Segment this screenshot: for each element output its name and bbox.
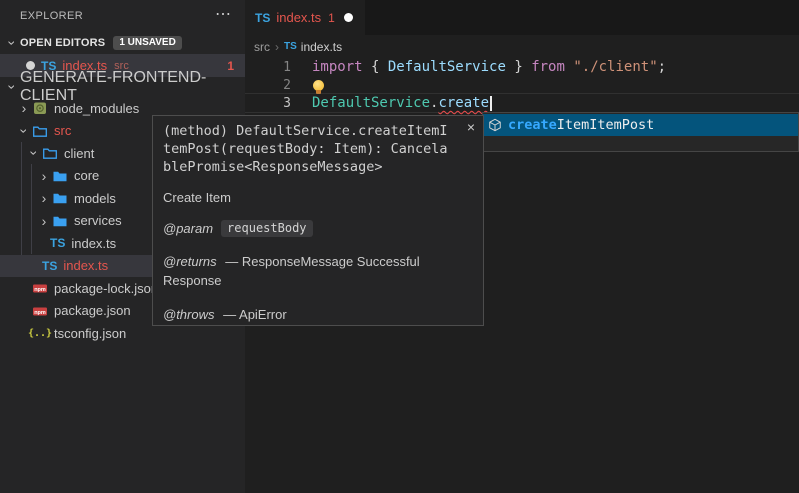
unsaved-badge: 1 UNSAVED [113,36,182,50]
returns-tag: @returns [163,254,217,269]
token-import: import [312,59,363,75]
hover-tooltip: × (method) DefaultService.createItemI te… [152,115,484,326]
close-icon[interactable]: × [467,119,475,135]
explorer-header: EXPLORER ⋯ [0,0,245,32]
open-editors-label: OPEN EDITORS [20,37,105,49]
token-module-string: "./client" [565,59,658,75]
token-default-service: DefaultService [388,59,506,75]
suggestion-rest-text: ItemItemPost [557,117,655,133]
chevron-right-icon[interactable]: › [36,169,52,183]
typescript-file-icon: TS [42,259,57,273]
npm-file-icon: npm [32,303,48,319]
token-create-error: create [438,95,489,111]
param-name-chip: requestBody [221,220,312,237]
vscode-window: EXPLORER ⋯ › OPEN EDITORS 1 UNSAVED TS i… [0,0,799,493]
svg-text:npm: npm [34,287,46,293]
breadcrumb-file[interactable]: index.ts [301,40,342,54]
chevron-down-icon[interactable]: › [16,124,32,138]
param-tag: @param [163,221,213,236]
method-signature-line: temPost(requestBody: Item): Cancela [163,140,473,158]
token-default-service: DefaultService [312,95,430,111]
json-braces-icon: {..} [32,325,48,341]
line-number[interactable]: 3 [245,96,291,111]
token-semicolon: ; [658,59,666,75]
tab-bar: TS index.ts 1 [245,0,799,35]
throws-doc-row: @throws — ApiError [163,305,473,324]
chevron-right-icon[interactable]: › [36,191,52,205]
chevron-down-icon[interactable]: › [4,36,20,50]
more-actions-icon[interactable]: ⋯ [215,4,231,24]
code-line-2: 2 [245,76,799,94]
open-editors-section-header[interactable]: › OPEN EDITORS 1 UNSAVED [0,32,245,54]
param-doc-row: @param requestBody [163,220,473,237]
folder-icon [52,213,68,229]
token-dot: . [430,95,438,111]
folder-open-icon [42,145,58,161]
line-number[interactable]: 1 [245,60,291,75]
folder-open-icon [32,123,48,139]
breadcrumb-folder[interactable]: src [254,40,270,54]
suggestion-create-item-item-post[interactable]: createItemItemPost [483,114,798,136]
npm-file-icon: npm [32,280,48,296]
method-description: Create Item [163,190,473,205]
node-modules-folder-icon [32,100,48,116]
folder-icon [52,168,68,184]
code-area[interactable]: 1 import { DefaultService } from "./clie… [245,58,799,112]
explorer-title: EXPLORER [20,10,83,22]
line-number[interactable]: 2 [245,78,291,93]
method-signature-line: (method) DefaultService.createItemI [163,122,473,140]
quick-fix-lightbulb-icon[interactable] [313,80,324,91]
returns-doc-row: @returns — ResponseMessage Successful Re… [163,252,473,290]
text-cursor [490,96,492,111]
breadcrumb: src › TS index.ts [245,35,799,58]
code-line-3: 3 DefaultService.create [245,94,799,112]
token-open-brace: { [363,59,388,75]
throws-tag: @throws [163,307,215,322]
tab-modified-dot-icon[interactable] [344,13,353,22]
chevron-right-icon[interactable]: › [16,101,32,115]
chevron-right-icon[interactable]: › [36,214,52,228]
folder-icon [52,190,68,206]
code-line-1: 1 import { DefaultService } from "./clie… [245,58,799,76]
method-signature-line: blePromise<ResponseMessage> [163,158,473,176]
svg-text:npm: npm [34,310,46,316]
tab-filename: index.ts [276,10,321,25]
typescript-file-icon: TS [50,236,65,250]
token-from: from [531,59,565,75]
typescript-file-icon: TS [255,11,270,25]
token-close-brace: } [506,59,531,75]
project-section-header[interactable]: › GENERATE-FRONTEND-CLIENT [0,77,245,97]
breadcrumb-separator-icon: › [275,40,279,54]
tab-error-count: 1 [328,11,335,25]
suggestion-matched-text: create [508,117,557,133]
tab-index-ts[interactable]: TS index.ts 1 [245,0,365,35]
suggest-widget: createItemItemPost [482,112,799,152]
symbol-method-cube-icon [488,118,502,132]
typescript-file-icon: TS [284,41,297,52]
chevron-down-icon[interactable]: › [4,80,20,94]
throws-text: — ApiError [223,307,287,322]
chevron-down-icon[interactable]: › [26,146,42,160]
